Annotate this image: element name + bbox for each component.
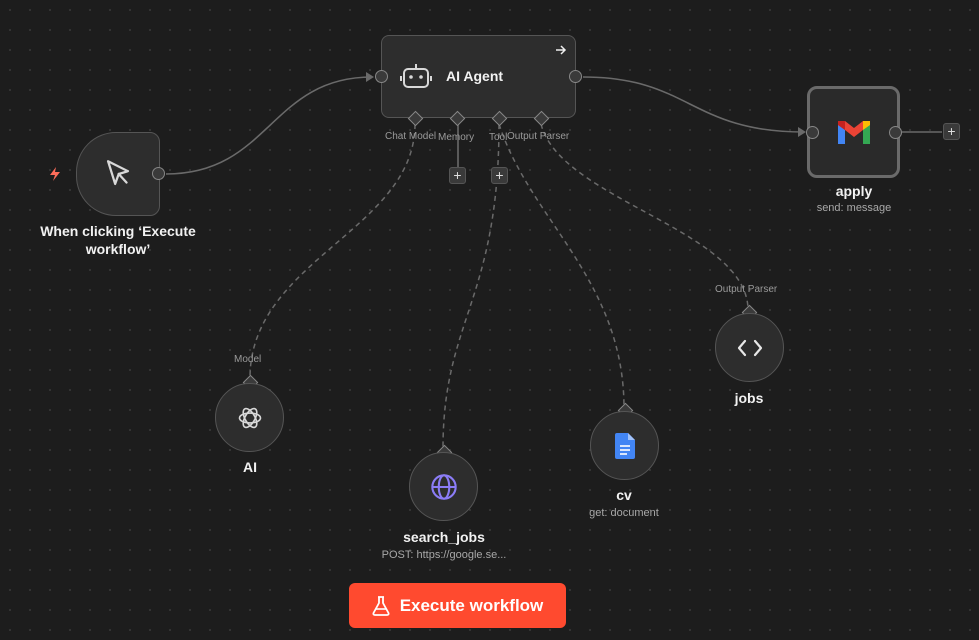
add-tool-button[interactable]: + (491, 167, 508, 184)
execute-workflow-button[interactable]: Execute workflow (349, 583, 566, 628)
trigger-node[interactable] (76, 132, 160, 216)
arrow-right-icon[interactable] (555, 44, 567, 56)
connection-parser (540, 123, 749, 311)
trigger-output-port[interactable] (152, 167, 165, 180)
agent-input-port[interactable] (375, 70, 388, 83)
connection-tool-cv (498, 123, 625, 409)
ai-model-node[interactable] (215, 383, 284, 452)
search-jobs-subtitle: POST: https://google.se... (381, 549, 507, 561)
cv-node[interactable] (590, 411, 659, 480)
search-jobs-label: search_jobs (403, 529, 485, 545)
cv-node-label: cv (616, 487, 632, 503)
input-label-model: Model (234, 354, 262, 365)
connection-model (249, 123, 416, 379)
workflow-canvas[interactable]: When clicking ‘Execute workflow’ AI Agen… (0, 0, 979, 640)
connection-agent-apply (582, 76, 805, 133)
jobs-node-label: jobs (734, 390, 764, 406)
connection-trigger-agent (165, 76, 373, 175)
flask-icon (372, 595, 390, 616)
port-label-memory: Memory (438, 132, 475, 143)
apply-node-label: apply (835, 183, 873, 199)
code-brackets-icon (737, 339, 762, 356)
port-label-tool: Tool (489, 132, 508, 143)
add-memory-button[interactable]: + (449, 167, 466, 184)
google-docs-icon (614, 432, 635, 459)
ai-node-label: AI (243, 459, 257, 475)
ai-agent-node[interactable]: AI Agent (381, 35, 576, 118)
gmail-icon (837, 121, 870, 144)
openai-icon (238, 407, 261, 428)
port-label-output-parser: Output Parser (507, 131, 570, 142)
lightning-icon (50, 167, 60, 181)
arrow-head (798, 127, 806, 137)
apply-node[interactable] (807, 86, 900, 178)
globe-icon (430, 473, 457, 500)
apply-output-port[interactable] (889, 126, 902, 139)
agent-output-port[interactable] (569, 70, 582, 83)
input-label-output-parser: Output Parser (715, 284, 778, 295)
port-label-chat-model: Chat Model (385, 131, 437, 142)
cursor-icon (106, 160, 130, 186)
search-jobs-node[interactable] (409, 452, 478, 521)
arrow-head (366, 72, 374, 82)
trigger-node-label: When clicking ‘Execute workflow’ (40, 223, 196, 257)
apply-node-subtitle: send: message (816, 202, 892, 214)
execute-workflow-label: Execute workflow (399, 595, 544, 615)
ai-agent-label: AI Agent (446, 68, 504, 84)
jobs-node[interactable] (715, 313, 784, 382)
add-after-apply-button[interactable]: + (943, 123, 960, 140)
cv-node-subtitle: get: document (589, 507, 659, 519)
robot-icon (400, 64, 432, 88)
apply-input-port[interactable] (806, 126, 819, 139)
